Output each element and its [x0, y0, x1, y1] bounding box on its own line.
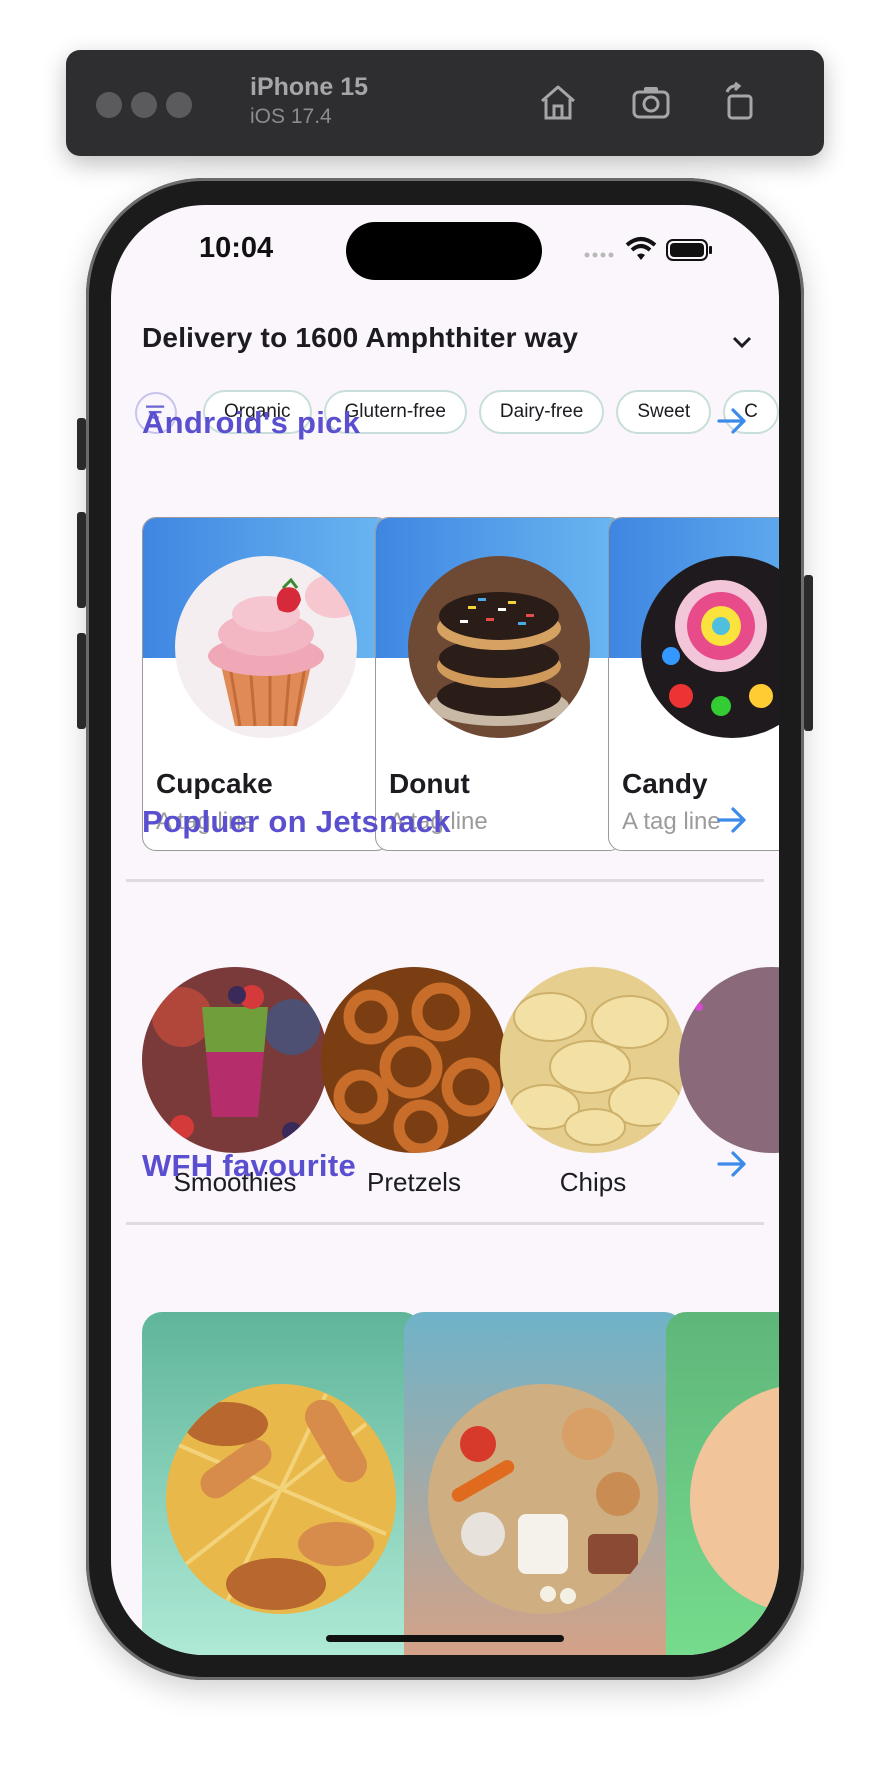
hotdogs-burgers-image: [166, 1384, 396, 1614]
section-divider: [126, 879, 764, 882]
battery-icon: [666, 239, 712, 261]
arrow-forward-icon[interactable]: [714, 1146, 750, 1182]
section-title-popular: Popluer on Jetsnack: [142, 804, 451, 839]
dynamic-island: [346, 222, 542, 280]
window-close-dot[interactable]: [96, 92, 122, 118]
food-platter-image: [428, 1384, 658, 1614]
cellular-icon: [584, 252, 614, 258]
wfh-card[interactable]: [404, 1312, 684, 1655]
window-zoom-dot[interactable]: [166, 92, 192, 118]
card-name: Cupcake: [156, 768, 273, 799]
status-icons: [584, 237, 712, 261]
wfh-card[interactable]: [142, 1312, 422, 1655]
chevron-down-icon[interactable]: [729, 329, 755, 355]
wfh-card[interactable]: [666, 1312, 779, 1655]
chip-dairy-free[interactable]: Dairy-free: [478, 390, 605, 434]
section-divider: [126, 1222, 764, 1225]
popular-partial-image[interactable]: [679, 967, 779, 1153]
home-icon[interactable]: [535, 80, 581, 126]
section-title-pick: Android's pick: [142, 405, 361, 440]
chip-sweet[interactable]: Sweet: [616, 390, 712, 434]
card-tagline: A tag line: [622, 808, 721, 835]
snack-card-donut[interactable]: Donut A tag line: [375, 517, 623, 851]
volume-down-button: [77, 633, 86, 729]
snack-card-candy[interactable]: Candy A tag line: [608, 517, 779, 851]
rotate-icon[interactable]: [718, 80, 764, 126]
delivery-address[interactable]: Delivery to 1600 Amphthiter way: [142, 322, 578, 354]
donut-image: [408, 556, 590, 738]
wifi-icon: [625, 237, 657, 260]
popular-label: Chips: [559, 1167, 627, 1197]
home-indicator[interactable]: [326, 1635, 564, 1642]
status-time: 10:04: [199, 232, 274, 264]
food-image: [690, 1384, 779, 1614]
card-name: Donut: [389, 768, 470, 799]
app-screen: 10:04 Delivery to 1600 Amphthiter way Or…: [111, 205, 779, 1655]
snack-card-cupcake[interactable]: Cupcake A tag line: [142, 517, 390, 851]
screenshot-icon[interactable]: [628, 80, 674, 126]
action-button: [77, 418, 86, 470]
section-title-wfh: WFH favourite: [142, 1148, 357, 1183]
arrow-forward-icon[interactable]: [714, 403, 750, 439]
chips-image[interactable]: [500, 967, 686, 1153]
volume-up-button: [77, 512, 86, 608]
device-name: iPhone 15: [250, 73, 369, 101]
smoothies-image[interactable]: [142, 967, 328, 1153]
card-name: Candy: [622, 768, 708, 799]
os-version: iOS 17.4: [250, 105, 332, 128]
cupcake-image: [175, 556, 357, 738]
arrow-forward-icon[interactable]: [714, 802, 750, 838]
window-minimize-dot[interactable]: [131, 92, 157, 118]
pretzels-image[interactable]: [321, 967, 507, 1153]
power-button: [804, 575, 813, 731]
